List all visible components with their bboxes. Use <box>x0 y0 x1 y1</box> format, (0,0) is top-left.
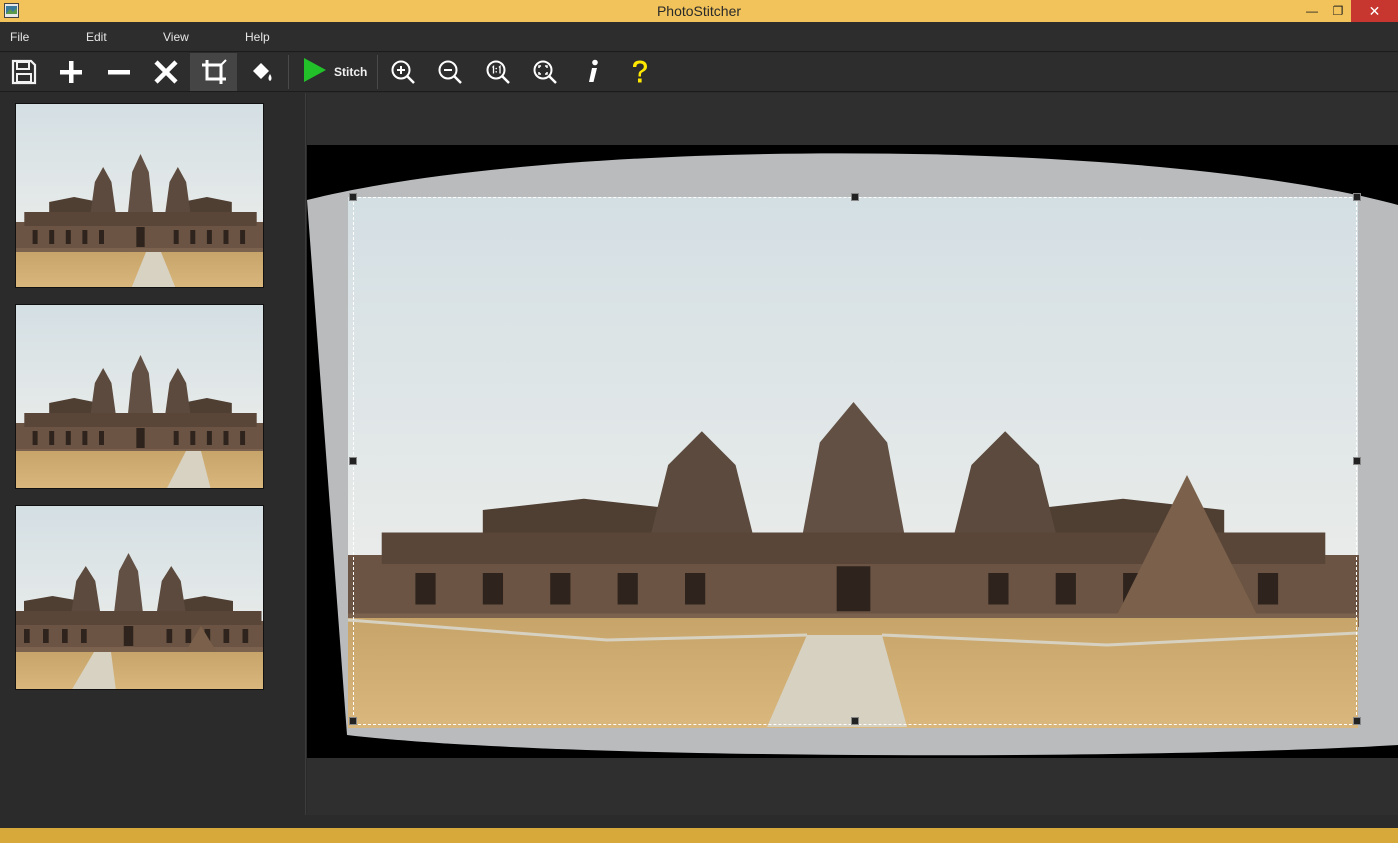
thumbnail-image[interactable] <box>15 103 264 288</box>
zoom-in-icon <box>390 59 416 85</box>
help-button[interactable] <box>616 53 663 91</box>
menu-bar: File Edit View Help <box>0 22 1398 52</box>
clear-icon <box>153 59 179 85</box>
stitch-button[interactable]: Stitch <box>291 53 375 91</box>
crop-handle-right[interactable] <box>1353 457 1361 465</box>
menu-help[interactable]: Help <box>245 30 270 44</box>
thumbnail-panel <box>0 93 306 815</box>
help-icon <box>627 59 653 85</box>
stitched-preview[interactable] <box>307 145 1398 758</box>
crop-handle-bottom[interactable] <box>851 717 859 725</box>
close-button[interactable]: ✕ <box>1351 0 1398 22</box>
thumbnail-image[interactable] <box>15 304 264 489</box>
minimize-button[interactable]: — <box>1298 0 1326 22</box>
fill-button[interactable] <box>238 53 285 91</box>
toolbar-separator <box>288 55 289 89</box>
fill-icon <box>249 59 275 85</box>
title-bar: PhotoStitcher — ❐ ✕ <box>0 0 1398 22</box>
crop-handle-left[interactable] <box>349 457 357 465</box>
info-button[interactable] <box>569 53 616 91</box>
zoom-in-button[interactable] <box>379 53 426 91</box>
restore-button[interactable]: ❐ <box>1324 0 1352 22</box>
crop-handle-top[interactable] <box>851 193 859 201</box>
info-icon <box>580 59 606 85</box>
actual-size-icon <box>485 59 511 85</box>
add-image-button[interactable] <box>47 53 94 91</box>
zoom-out-button[interactable] <box>426 53 473 91</box>
clear-all-button[interactable] <box>142 53 189 91</box>
menu-view[interactable]: View <box>163 30 189 44</box>
crop-handle-top-left[interactable] <box>349 193 357 201</box>
window-title: PhotoStitcher <box>656 3 742 19</box>
menu-file[interactable]: File <box>10 30 29 44</box>
stitch-label: Stitch <box>334 65 368 79</box>
thumbnail-image[interactable] <box>15 505 264 690</box>
stitch-play-icon <box>303 57 327 88</box>
canvas-area <box>307 93 1398 815</box>
crop-selection[interactable] <box>349 193 1361 725</box>
taskbar <box>0 828 1398 843</box>
save-icon <box>11 59 37 85</box>
save-button[interactable] <box>0 53 47 91</box>
fit-to-window-button[interactable] <box>521 53 568 91</box>
menu-edit[interactable]: Edit <box>86 30 107 44</box>
crop-button[interactable] <box>190 53 237 91</box>
zoom-out-icon <box>437 59 463 85</box>
crop-handle-top-right[interactable] <box>1353 193 1361 201</box>
crop-handle-bottom-left[interactable] <box>349 717 357 725</box>
fit-to-window-icon <box>532 59 558 85</box>
crop-icon <box>201 59 227 85</box>
actual-size-button[interactable] <box>474 53 521 91</box>
remove-icon <box>106 59 132 85</box>
crop-handle-bottom-right[interactable] <box>1353 717 1361 725</box>
add-icon <box>58 59 84 85</box>
toolbar: Stitch <box>0 53 1398 92</box>
remove-image-button[interactable] <box>95 53 142 91</box>
toolbar-separator <box>377 55 378 89</box>
